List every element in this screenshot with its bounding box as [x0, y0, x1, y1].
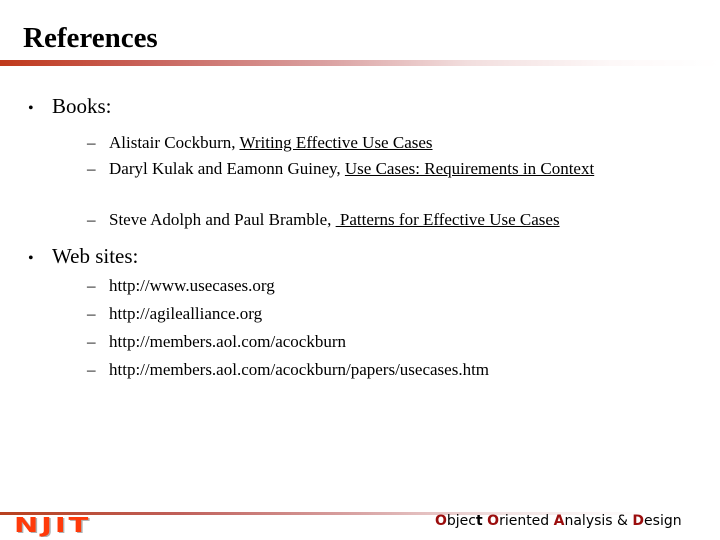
list-item: – Alistair Cockburn, Writing Effective U…	[87, 131, 669, 155]
bullet-icon: •	[28, 100, 34, 117]
website-url: http://members.aol.com/acockburn	[109, 332, 346, 351]
dash-icon: –	[87, 210, 96, 229]
section-books: • Books:	[28, 94, 112, 119]
book-title: Use Cases: Requirements in Context	[344, 159, 595, 178]
section-websites: • Web sites:	[28, 244, 138, 269]
list-item: – http://members.aol.com/acockburn	[87, 330, 669, 354]
dash-icon: –	[87, 133, 96, 152]
njit-logo: NJIT	[14, 513, 92, 537]
slide-title: References	[23, 22, 158, 54]
list-item: – http://members.aol.com/acockburn/paper…	[87, 358, 669, 382]
dash-icon: –	[87, 159, 96, 178]
book-title: Writing Effective Use Cases	[239, 133, 433, 152]
list-item: – http://agilealliance.org	[87, 302, 669, 326]
course-title: Object Oriented Analysis & Design	[435, 513, 682, 529]
website-url: http://agilealliance.org	[109, 304, 263, 323]
dash-icon: –	[87, 276, 96, 295]
dash-icon: –	[87, 332, 96, 351]
book-author: Steve Adolph and Paul Bramble,	[109, 210, 336, 229]
list-item: – http://www.usecases.org	[87, 274, 669, 298]
book-author: Daryl Kulak and Eamonn Guiney,	[109, 159, 345, 178]
website-url: http://www.usecases.org	[109, 276, 275, 295]
dash-icon: –	[87, 304, 96, 323]
list-item: – Steve Adolph and Paul Bramble, Pattern…	[87, 208, 669, 232]
bullet-icon: •	[28, 250, 34, 267]
list-item: – Daryl Kulak and Eamonn Guiney, Use Cas…	[87, 157, 649, 181]
website-url: http://members.aol.com/acockburn/papers/…	[109, 360, 490, 379]
title-divider	[0, 60, 720, 66]
book-title: Patterns for Effective Use Cases	[335, 210, 560, 229]
section-heading: Books:	[52, 94, 112, 118]
slide: References • Books: – Alistair Cockburn,…	[0, 0, 720, 540]
section-heading: Web sites:	[52, 244, 139, 268]
dash-icon: –	[87, 360, 96, 379]
book-author: Alistair Cockburn,	[109, 133, 240, 152]
